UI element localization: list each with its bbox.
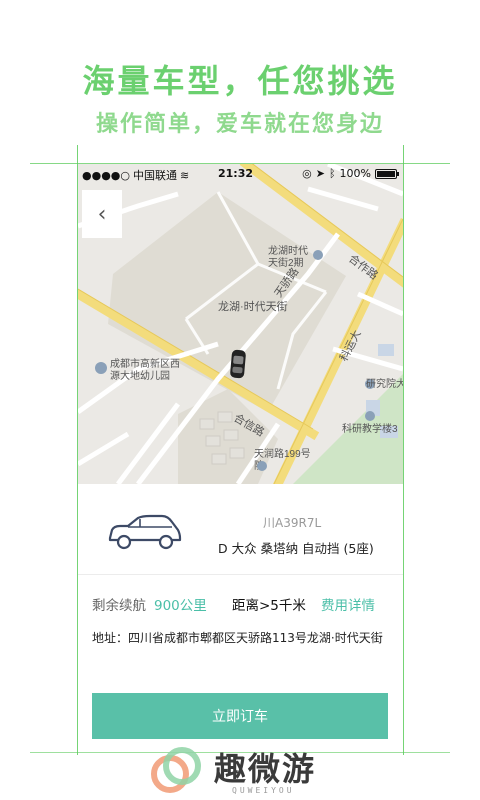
address: 地址：四川省成都市郫都区天骄路113号龙湖·时代天街 [92,631,383,645]
order-now-button[interactable]: 立即订车 [92,693,388,739]
location-icon: ➤ [315,167,325,180]
brand-logo: 趣微游 QUWEIYOU [148,744,348,800]
poi-longhu-2-icon [313,250,323,260]
battery-icon [375,168,399,179]
fee-details-link[interactable]: 费用详情 [321,594,375,614]
alarm-icon: ◎ [302,167,312,180]
map[interactable]: 合作路 合信路 天骄路 科运大 龙湖时代 天街2期 龙湖·时代天街 成都市高新区… [78,164,403,484]
chevron-left-icon: ‹ [97,201,107,227]
status-time: 21:32 [218,167,254,180]
brand-mark-icon [151,747,201,793]
poi-teaching-icon [365,411,375,421]
screen: 海量车型，任您挑选 操作简单，爱车就在您身边 合作路 合信路 天骄路 科运大 龙… [0,0,480,800]
poi-kindergarten-line2: 源大地幼儿园 [110,369,170,382]
battery-percent: 100% [339,167,371,180]
car-marker[interactable] [230,349,246,379]
poi-tianrun-line1: 天润路199号 [254,447,311,460]
carrier-label: 中国联通 [133,169,177,182]
poi-tianrun-icon [257,461,267,471]
bluetooth-icon: ᛒ [328,167,336,180]
range-label: 剩余续航 [92,598,146,614]
poi-teaching: 科研教学楼3 [342,422,398,435]
range-value: 900公里 [154,598,207,614]
subheadline: 操作简单，爱车就在您身边 [95,112,384,137]
poi-longhu-2-line1: 龙湖时代 [268,244,308,257]
phone-screen: 合作路 合信路 天骄路 科运大 龙湖时代 天街2期 龙湖·时代天街 成都市高新区… [78,164,403,752]
car-model: D 大众 桑塔纳 自动挡 (5座) [218,541,374,556]
poi-kindergarten-line1: 成都市高新区西 [110,357,180,370]
poi-longhu: 龙湖·时代天街 [218,299,288,313]
poi-research: 研究院大 [366,377,403,390]
car-plate: 川A39R7L [263,516,322,530]
car-card: 川A39R7L D 大众 桑塔纳 自动挡 (5座) 剩余续航 900公里 距离>… [78,484,403,752]
poi-kindergarten-icon [95,362,107,374]
distance-label: 距离>5千米 [232,598,306,614]
poi-longhu-2-line2: 天街2期 [268,256,304,269]
status-bar: ●●●●○ 中国联通 ≋ 21:32 ◎ ➤ ᛒ 100% [78,164,403,184]
signal-icon: ●●●●○ [82,168,130,182]
wifi-icon: ≋ [180,168,190,182]
car-icon [108,514,182,550]
brand-subtitle: QUWEIYOU [232,786,295,795]
headline: 海量车型，任您挑选 [82,62,398,100]
divider [78,574,403,575]
back-button[interactable]: ‹ [82,190,122,238]
brand-name: 趣微游 [214,750,317,788]
frame-line-right [403,145,404,755]
